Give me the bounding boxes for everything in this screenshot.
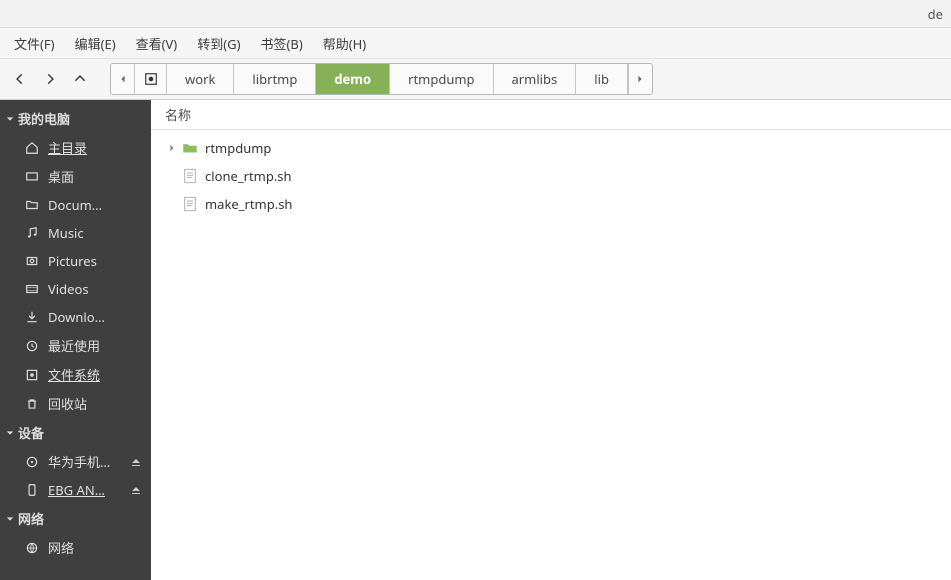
sidebar-item-label: 最近使用 [48,336,145,355]
sidebar-item-label: 网络 [48,538,145,557]
sidebar: 我的电脑 主目录 桌面 Docum… Music Pictures Videos [0,100,151,580]
recent-icon [24,338,40,354]
file-pane: 名称 rtmpdump clone_rtmp.sh make_rtmp.sh [151,100,951,580]
folder-icon [24,197,40,213]
sidebar-item-network[interactable]: 网络 [0,533,151,562]
sidebar-item-pictures[interactable]: Pictures [0,247,151,275]
file-name: rtmpdump [205,139,271,157]
breadcrumb-segment[interactable]: librtmp [234,64,316,94]
sidebar-item-label: EBG AN… [48,481,127,499]
sidebar-item-label: 主目录 [48,138,145,157]
expand-toggle[interactable] [165,144,179,152]
file-row-script[interactable]: make_rtmp.sh [151,190,951,218]
file-name: make_rtmp.sh [205,195,292,213]
sidebar-item-home[interactable]: 主目录 [0,133,151,162]
up-button[interactable] [66,65,94,93]
breadcrumb-segment-active[interactable]: demo [316,64,390,94]
breadcrumb-segment[interactable]: rtmpdump [390,64,493,94]
music-icon [24,225,40,241]
arrow-up-icon [73,72,87,86]
menu-help[interactable]: 帮助(H) [313,30,376,57]
breadcrumb-bar: work librtmp demo rtmpdump armlibs lib [110,63,653,95]
column-header-name[interactable]: 名称 [151,100,951,130]
download-icon [24,309,40,325]
menu-bookmarks[interactable]: 书签(B) [250,30,312,57]
sidebar-item-device-huawei[interactable]: 华为手机… [0,447,151,476]
eject-button[interactable] [131,453,145,471]
sidebar-item-label: 华为手机… [48,452,127,471]
breadcrumb-segment[interactable]: work [167,64,234,94]
sidebar-section-label: 网络 [18,509,44,528]
disc-icon [24,454,40,470]
sidebar-item-label: 文件系统 [48,365,145,384]
sidebar-item-recent[interactable]: 最近使用 [0,331,151,360]
title-fragment: de [928,5,943,23]
menu-edit[interactable]: 编辑(E) [65,30,126,57]
breadcrumb-scroll-right[interactable] [628,64,652,94]
chevron-right-icon [636,75,644,83]
chevron-down-icon [6,429,14,437]
back-button[interactable] [6,65,34,93]
folder-icon [181,139,199,157]
sidebar-item-label: 桌面 [48,167,145,186]
sidebar-item-desktop[interactable]: 桌面 [0,162,151,191]
sidebar-item-downloads[interactable]: Downlo… [0,303,151,331]
titlebar: de [0,0,951,28]
sidebar-item-label: Docum… [48,196,145,214]
file-row-folder[interactable]: rtmpdump [151,134,951,162]
eject-button[interactable] [131,481,145,499]
sidebar-item-label: 回收站 [48,394,145,413]
menu-go[interactable]: 转到(G) [187,30,250,57]
file-list: rtmpdump clone_rtmp.sh make_rtmp.sh [151,130,951,580]
menu-view[interactable]: 查看(V) [126,30,188,57]
videos-icon [24,281,40,297]
arrow-right-icon [43,72,57,86]
chevron-down-icon [6,115,14,123]
phone-icon [24,482,40,498]
filesystem-icon [24,367,40,383]
sidebar-item-videos[interactable]: Videos [0,275,151,303]
script-icon [181,167,199,185]
file-name: clone_rtmp.sh [205,167,292,185]
sidebar-section-computer[interactable]: 我的电脑 [0,104,151,133]
sidebar-item-label: Music [48,224,145,242]
sidebar-item-label: Videos [48,280,145,298]
menu-file[interactable]: 文件(F) [4,30,65,57]
sidebar-item-music[interactable]: Music [0,219,151,247]
file-row-script[interactable]: clone_rtmp.sh [151,162,951,190]
sidebar-section-label: 我的电脑 [18,109,70,128]
breadcrumb-segment[interactable]: lib [576,64,628,94]
forward-button[interactable] [36,65,64,93]
breadcrumb-segment[interactable]: armlibs [494,64,577,94]
chevron-down-icon [6,515,14,523]
script-icon [181,195,199,213]
home-icon [144,72,158,86]
menubar: 文件(F) 编辑(E) 查看(V) 转到(G) 书签(B) 帮助(H) [0,28,951,58]
sidebar-item-filesystem[interactable]: 文件系统 [0,360,151,389]
toolbar: work librtmp demo rtmpdump armlibs lib [0,58,951,100]
sidebar-section-network[interactable]: 网络 [0,504,151,533]
trash-icon [24,396,40,412]
sidebar-item-label: Pictures [48,252,145,270]
sidebar-section-devices[interactable]: 设备 [0,418,151,447]
sidebar-item-device-ebg[interactable]: EBG AN… [0,476,151,504]
main-area: 我的电脑 主目录 桌面 Docum… Music Pictures Videos [0,100,951,580]
globe-icon [24,540,40,556]
pictures-icon [24,253,40,269]
sidebar-item-trash[interactable]: 回收站 [0,389,151,418]
arrow-left-icon [13,72,27,86]
chevron-left-icon [119,75,127,83]
breadcrumb-home[interactable] [135,64,167,94]
breadcrumb-scroll-left[interactable] [111,64,135,94]
desktop-icon [24,169,40,185]
sidebar-item-label: Downlo… [48,308,145,326]
home-icon [24,140,40,156]
sidebar-section-label: 设备 [18,423,44,442]
sidebar-item-documents[interactable]: Docum… [0,191,151,219]
